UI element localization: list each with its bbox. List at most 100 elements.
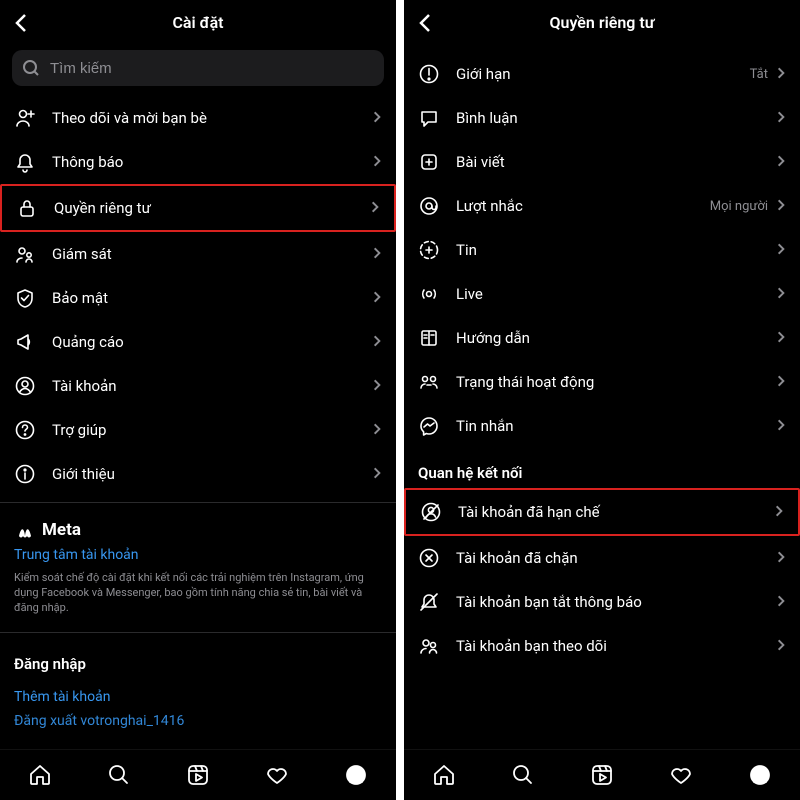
add-account-link[interactable]: Thêm tài khoản xyxy=(14,689,382,705)
menu-item-label: Bảo mật xyxy=(52,289,370,307)
muted-icon xyxy=(416,589,442,615)
menu-item-label: Tài khoản đã hạn chế xyxy=(458,503,772,521)
tab-reels[interactable] xyxy=(185,762,211,788)
accounts-center-link[interactable]: Trung tâm tài khoản xyxy=(14,547,382,563)
menu-item-info[interactable]: Giới thiệu xyxy=(0,452,396,496)
menu-item-supervise[interactable]: Giám sát xyxy=(0,232,396,276)
menu-item-label: Tài khoản đã chặn xyxy=(456,549,774,567)
menu-item-label: Quảng cáo xyxy=(52,333,370,351)
tab-search[interactable] xyxy=(106,762,132,788)
post-icon xyxy=(416,149,442,175)
tab-bar xyxy=(404,749,800,800)
restricted-icon xyxy=(418,499,444,525)
tab-home[interactable] xyxy=(431,762,457,788)
menu-item-label: Trạng thái hoạt động xyxy=(456,373,774,391)
menu-item-muted[interactable]: Tài khoản bạn tắt thông báo xyxy=(404,580,800,624)
menu-item-messenger[interactable]: Tin nhắn xyxy=(404,404,800,448)
menu-item-label: Lượt nhắc xyxy=(456,197,710,215)
tab-profile[interactable] xyxy=(747,762,773,788)
help-icon xyxy=(12,417,38,443)
chevron-right-icon xyxy=(774,65,788,84)
menu-item-limits[interactable]: Giới hạnTắt xyxy=(404,52,800,96)
meta-logo: Meta xyxy=(14,519,382,541)
menu-item-label: Giới thiệu xyxy=(52,465,370,483)
connections-heading: Quan hệ kết nối xyxy=(404,448,800,488)
chevron-right-icon xyxy=(370,333,384,352)
menu-item-value: Mọi người xyxy=(710,199,768,214)
menu-item-help[interactable]: Trợ giúp xyxy=(0,408,396,452)
page-title: Quyền riêng tư xyxy=(550,13,655,32)
menu-item-account[interactable]: Tài khoản xyxy=(0,364,396,408)
menu-item-label: Theo dõi và mời bạn bè xyxy=(52,109,370,127)
chevron-right-icon xyxy=(370,421,384,440)
menu-item-restricted[interactable]: Tài khoản đã hạn chế xyxy=(404,488,800,536)
tab-bar xyxy=(0,749,396,800)
chevron-right-icon xyxy=(774,593,788,612)
tab-activity[interactable] xyxy=(668,762,694,788)
tab-home[interactable] xyxy=(27,762,53,788)
menu-item-bell[interactable]: Thông báo xyxy=(0,140,396,184)
chevron-right-icon xyxy=(370,377,384,396)
menu-item-mention[interactable]: Lượt nhắcMọi người xyxy=(404,184,800,228)
lock-icon xyxy=(14,195,40,221)
chevron-right-icon xyxy=(370,465,384,484)
chevron-right-icon xyxy=(370,289,384,308)
chevron-right-icon xyxy=(370,109,384,128)
chevron-right-icon xyxy=(774,373,788,392)
comment-icon xyxy=(416,105,442,131)
menu-item-label: Tin nhắn xyxy=(456,417,774,435)
menu-item-guides[interactable]: Hướng dẫn xyxy=(404,316,800,360)
search-bar[interactable] xyxy=(12,50,384,86)
menu-item-label: Tài khoản xyxy=(52,377,370,395)
menu-item-ads[interactable]: Quảng cáo xyxy=(0,320,396,364)
chevron-right-icon xyxy=(774,549,788,568)
mention-icon xyxy=(416,193,442,219)
follow-icon xyxy=(12,105,38,131)
menu-item-comment[interactable]: Bình luận xyxy=(404,96,800,140)
tab-reels[interactable] xyxy=(589,762,615,788)
menu-item-shield[interactable]: Bảo mật xyxy=(0,276,396,320)
menu-item-label: Bình luận xyxy=(456,109,774,127)
chevron-right-icon xyxy=(774,109,788,128)
back-button[interactable] xyxy=(414,0,436,44)
menu-item-post[interactable]: Bài viết xyxy=(404,140,800,184)
menu-item-label: Bài viết xyxy=(456,153,774,171)
chevron-right-icon xyxy=(774,241,788,260)
privacy-list: Giới hạnTắt Bình luận Bài viết Lượt nhắcMọi… xyxy=(404,44,800,800)
search-input[interactable] xyxy=(48,59,374,78)
chevron-right-icon xyxy=(774,637,788,656)
menu-item-following[interactable]: Tài khoản bạn theo dõi xyxy=(404,624,800,668)
menu-item-value: Tắt xyxy=(750,67,768,82)
page-title: Cài đặt xyxy=(172,13,223,32)
tab-activity[interactable] xyxy=(264,762,290,788)
menu-item-lock[interactable]: Quyền riêng tư xyxy=(0,184,396,232)
menu-item-label: Live xyxy=(456,285,774,303)
meta-description: Kiểm soát chế độ cài đặt khi kết nối các… xyxy=(14,571,382,616)
chevron-right-icon xyxy=(370,153,384,172)
chevron-right-icon xyxy=(774,153,788,172)
search-icon xyxy=(22,59,40,77)
menu-item-follow[interactable]: Theo dõi và mời bạn bè xyxy=(0,96,396,140)
menu-item-live[interactable]: Live xyxy=(404,272,800,316)
back-button[interactable] xyxy=(10,0,32,44)
meta-section: Meta Trung tâm tài khoản Kiểm soát chế độ … xyxy=(0,509,396,626)
guides-icon xyxy=(416,325,442,351)
menu-item-blocked[interactable]: Tài khoản đã chặn xyxy=(404,536,800,580)
menu-item-activity[interactable]: Trạng thái hoạt động xyxy=(404,360,800,404)
menu-item-story[interactable]: Tin xyxy=(404,228,800,272)
account-icon xyxy=(12,373,38,399)
tab-profile[interactable] xyxy=(343,762,369,788)
chevron-right-icon xyxy=(368,199,382,218)
menu-item-label: Giám sát xyxy=(52,245,370,263)
menu-item-label: Tài khoản bạn theo dõi xyxy=(456,637,774,655)
activity-icon xyxy=(416,369,442,395)
logout-link[interactable]: Đăng xuất votronghai_1416 xyxy=(14,713,382,729)
story-icon xyxy=(416,237,442,263)
chevron-right-icon xyxy=(774,285,788,304)
tab-search[interactable] xyxy=(510,762,536,788)
limits-icon xyxy=(416,61,442,87)
info-icon xyxy=(12,461,38,487)
menu-item-label: Trợ giúp xyxy=(52,421,370,439)
bell-icon xyxy=(12,149,38,175)
chevron-right-icon xyxy=(774,329,788,348)
